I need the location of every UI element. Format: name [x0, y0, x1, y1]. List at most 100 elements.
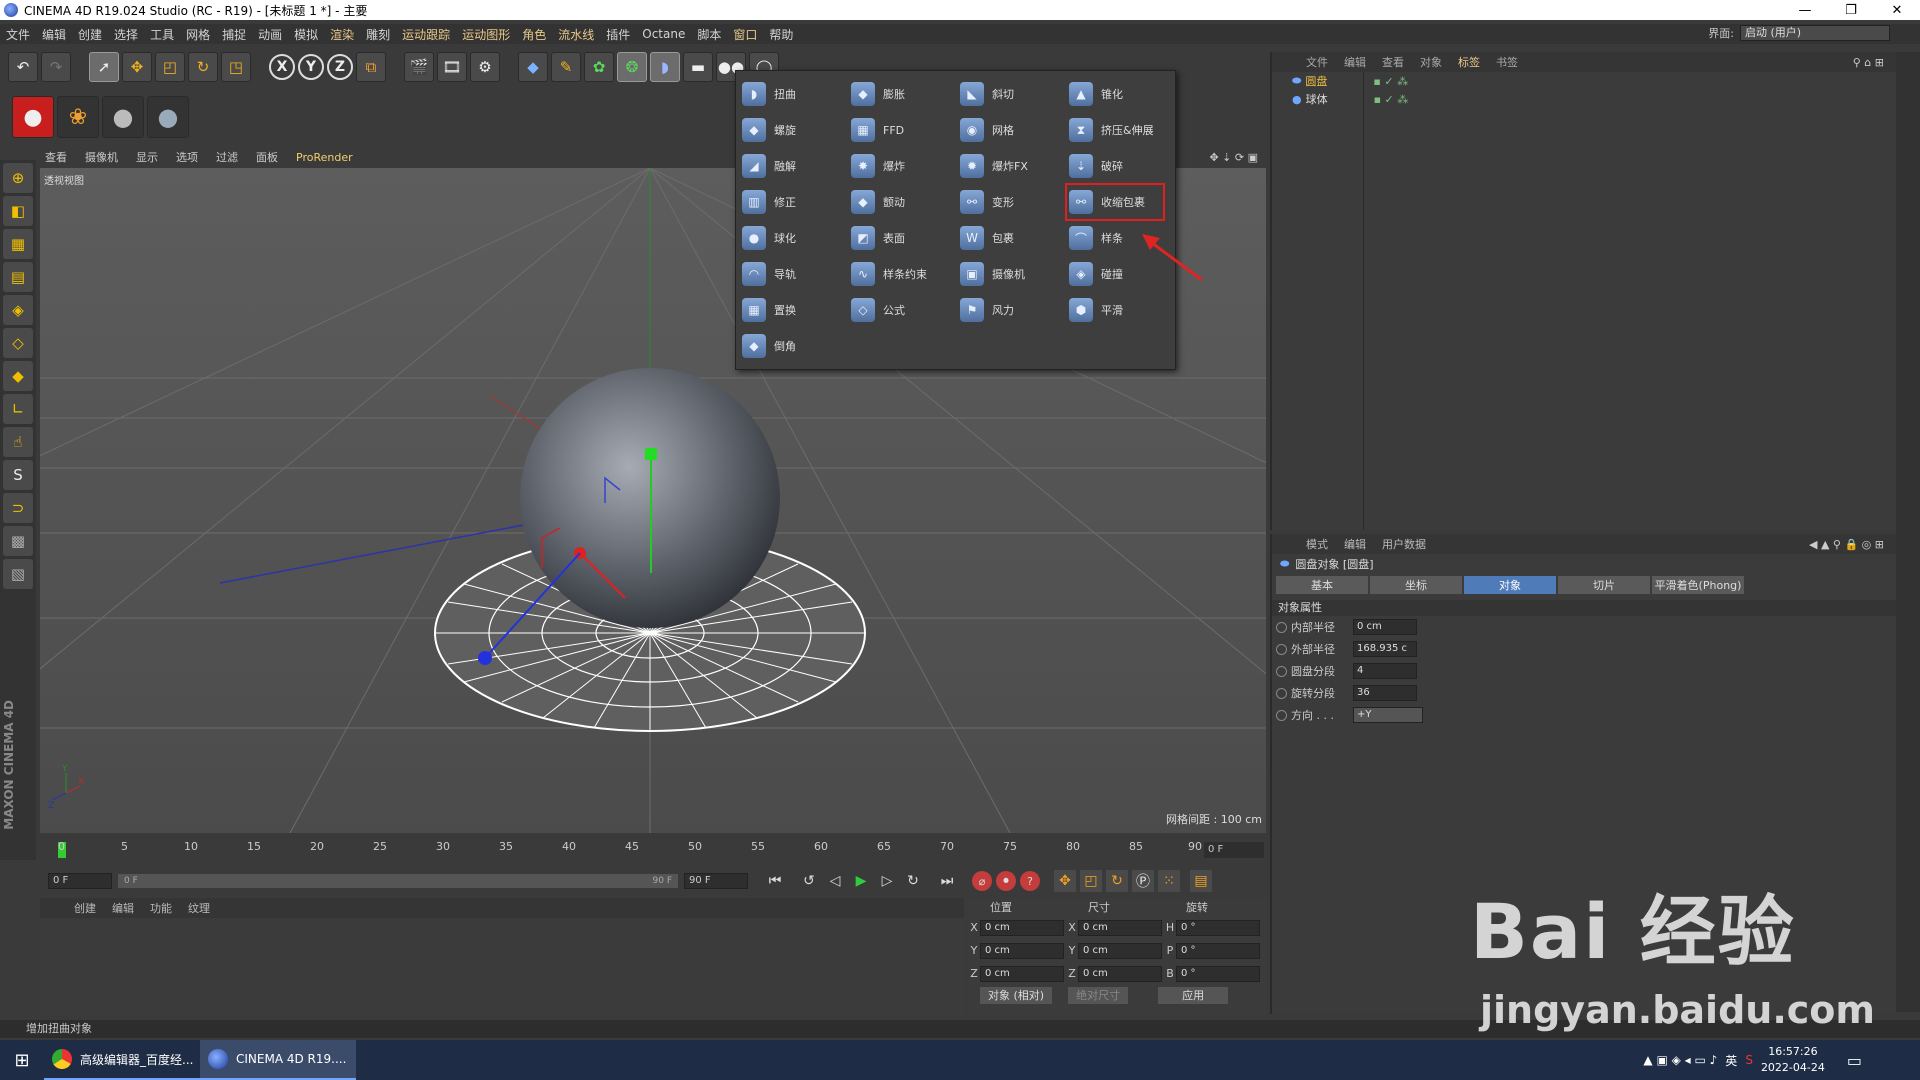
size-y-field[interactable]: 0 cm: [1078, 942, 1162, 959]
deformer-item[interactable]: ◇ 公式: [851, 295, 959, 325]
menu-sculpt[interactable]: 雕刻: [360, 26, 396, 43]
menu-snap[interactable]: 捕捉: [216, 26, 252, 43]
animate-toggle[interactable]: [1276, 643, 1287, 655]
render-picture-viewer-icon[interactable]: 🎞: [437, 52, 467, 82]
deformer-item[interactable]: ◆ 螺旋: [742, 115, 850, 145]
visibility-flags-icon[interactable]: ▪ ✓ ⁂: [1374, 93, 1409, 106]
menu-tools[interactable]: 工具: [144, 26, 180, 43]
windows-start-icon[interactable]: ⊞: [0, 1040, 44, 1080]
close-button[interactable]: ✕: [1874, 0, 1920, 20]
mat-menu-function[interactable]: 功能: [142, 900, 180, 916]
current-frame-field[interactable]: 0 F: [1204, 842, 1264, 858]
make-editable-icon[interactable]: ⊕: [3, 163, 33, 193]
timeline-ruler[interactable]: 0 5 10 15 20 25 30 35 40 45 50 55 60 65 …: [50, 840, 1202, 860]
workplane-icon[interactable]: ▤: [3, 262, 33, 292]
attr-tab-coord[interactable]: 坐标: [1370, 576, 1462, 594]
key-scale-icon[interactable]: ◰: [1080, 870, 1102, 892]
rotate-icon[interactable]: ↻: [188, 52, 218, 82]
menu-select[interactable]: 选择: [108, 26, 144, 43]
deformer-item[interactable]: ● 球化: [742, 223, 850, 253]
visibility-flags-icon[interactable]: ▪ ✓ ⁂: [1373, 75, 1408, 88]
menu-motion-tracker[interactable]: 运动跟踪: [396, 26, 456, 43]
viewport-menu-filter[interactable]: 过滤: [207, 149, 247, 165]
coord-mode-select[interactable]: 对象 (相对): [980, 987, 1053, 1004]
record-keys-icon[interactable]: ⌀: [972, 871, 992, 891]
z-gizmo-handle[interactable]: [478, 651, 492, 665]
move-icon[interactable]: ✥: [122, 52, 152, 82]
attr-tab-object[interactable]: 对象: [1464, 576, 1556, 594]
apply-button[interactable]: 应用: [1158, 987, 1229, 1004]
keyframe-selection-icon[interactable]: ?: [1020, 871, 1040, 891]
timeline[interactable]: 0 5 10 15 20 25 30 35 40 45 50 55 60 65 …: [40, 840, 1266, 870]
deformer-item[interactable]: ⧗ 挤压&伸展: [1069, 115, 1177, 145]
viewport-menu-view[interactable]: 查看: [36, 149, 76, 165]
attr-tab-phong[interactable]: 平滑着色(Phong): [1652, 576, 1744, 594]
object-row-sphere[interactable]: ● 球体 ▪ ✓ ⁂: [1272, 90, 1896, 108]
menu-help[interactable]: 帮助: [763, 26, 799, 43]
mat-menu-texture[interactable]: 纹理: [180, 900, 218, 916]
menu-plugins[interactable]: 插件: [600, 26, 636, 43]
snap-icon[interactable]: S: [3, 460, 33, 490]
texture-mode-icon[interactable]: ▦: [3, 229, 33, 259]
end-frame-field[interactable]: 90 F: [684, 873, 748, 889]
inner-radius-field[interactable]: 0 cm: [1353, 619, 1417, 635]
menu-render[interactable]: 渲染: [324, 26, 360, 43]
position-x-field[interactable]: 0 cm: [980, 919, 1064, 936]
key-rotation-icon[interactable]: ↻: [1106, 870, 1128, 892]
go-to-end-icon[interactable]: ⏭: [936, 870, 958, 892]
attr-tab-slice[interactable]: 切片: [1558, 576, 1650, 594]
om-tab-bookmarks[interactable]: 书签: [1488, 54, 1526, 70]
menu-pipeline[interactable]: 流水线: [552, 26, 600, 43]
notification-icon[interactable]: ▭: [1847, 1051, 1862, 1070]
tweak-mode-icon[interactable]: ☝: [3, 427, 33, 457]
menu-mograph[interactable]: 运动图形: [456, 26, 516, 43]
scale-icon[interactable]: ◰: [155, 52, 185, 82]
taskbar-item-cinema4d[interactable]: CINEMA 4D R19....: [200, 1040, 356, 1080]
subdivision-surface-icon[interactable]: ✿: [584, 52, 614, 82]
go-to-start-icon[interactable]: ⏮: [764, 870, 786, 892]
deformer-item[interactable]: ◆ 颤动: [851, 187, 959, 217]
play-icon[interactable]: ▶: [850, 870, 872, 892]
viewport-nav-icons[interactable]: ✥ ⇣ ⟳ ▣: [1209, 151, 1258, 164]
viewport-menu-camera[interactable]: 摄像机: [76, 149, 127, 165]
viewport-menu-panel[interactable]: 面板: [247, 149, 287, 165]
menu-create[interactable]: 创建: [72, 26, 108, 43]
mat-menu-create[interactable]: 创建: [66, 900, 104, 916]
deformer-item[interactable]: ◩ 表面: [851, 223, 959, 253]
minimize-button[interactable]: —: [1782, 0, 1828, 20]
deformer-item[interactable]: ◣ 斜切: [960, 79, 1068, 109]
timeline-window-icon[interactable]: ▤: [1190, 870, 1212, 892]
deformer-item[interactable]: ∿ 样条约束: [851, 259, 959, 289]
om-tab-tags[interactable]: 标签: [1450, 54, 1488, 70]
material-sphere-icon[interactable]: ●: [102, 96, 144, 138]
axis-mode-icon[interactable]: ∟: [3, 394, 33, 424]
render-settings-icon[interactable]: ⚙: [470, 52, 500, 82]
key-point-level-icon[interactable]: ⁙: [1158, 870, 1180, 892]
next-frame-icon[interactable]: ▷: [876, 870, 898, 892]
model-mode-icon[interactable]: ◧: [3, 196, 33, 226]
menu-simulate[interactable]: 模拟: [288, 26, 324, 43]
deformer-item[interactable]: ⚑ 风力: [960, 295, 1068, 325]
deformer-item[interactable]: ◆ 膨胀: [851, 79, 959, 109]
rotation-h-field[interactable]: 0 °: [1176, 919, 1260, 936]
recent-tool-icon[interactable]: ◳: [221, 52, 251, 82]
animate-toggle[interactable]: [1276, 709, 1287, 721]
animate-toggle[interactable]: [1276, 665, 1287, 677]
menu-script[interactable]: 脚本: [691, 26, 727, 43]
menu-octane[interactable]: Octane: [636, 27, 691, 41]
mat-menu-edit[interactable]: 编辑: [104, 900, 142, 916]
outer-radius-field[interactable]: 168.935 c: [1353, 641, 1417, 657]
mograph-tree-icon[interactable]: ❀: [57, 96, 99, 138]
position-y-field[interactable]: 0 cm: [980, 942, 1064, 959]
viewport-menu-prorender[interactable]: ProRender: [287, 151, 362, 164]
om-tab-edit[interactable]: 编辑: [1336, 54, 1374, 70]
frame-range-slider[interactable]: 0 F 90 F: [118, 874, 678, 888]
key-position-icon[interactable]: ✥: [1054, 870, 1076, 892]
rotation-segments-field[interactable]: 36: [1353, 685, 1417, 701]
animate-toggle[interactable]: [1276, 621, 1287, 633]
rotation-b-field[interactable]: 0 °: [1176, 965, 1260, 982]
y-gizmo-handle[interactable]: [645, 448, 657, 460]
deformer-item[interactable]: ◆ 倒角: [742, 331, 850, 361]
menu-mesh[interactable]: 网格: [180, 26, 216, 43]
om-search-icon[interactable]: ⚲ ⌂ ⊞: [1853, 56, 1884, 69]
